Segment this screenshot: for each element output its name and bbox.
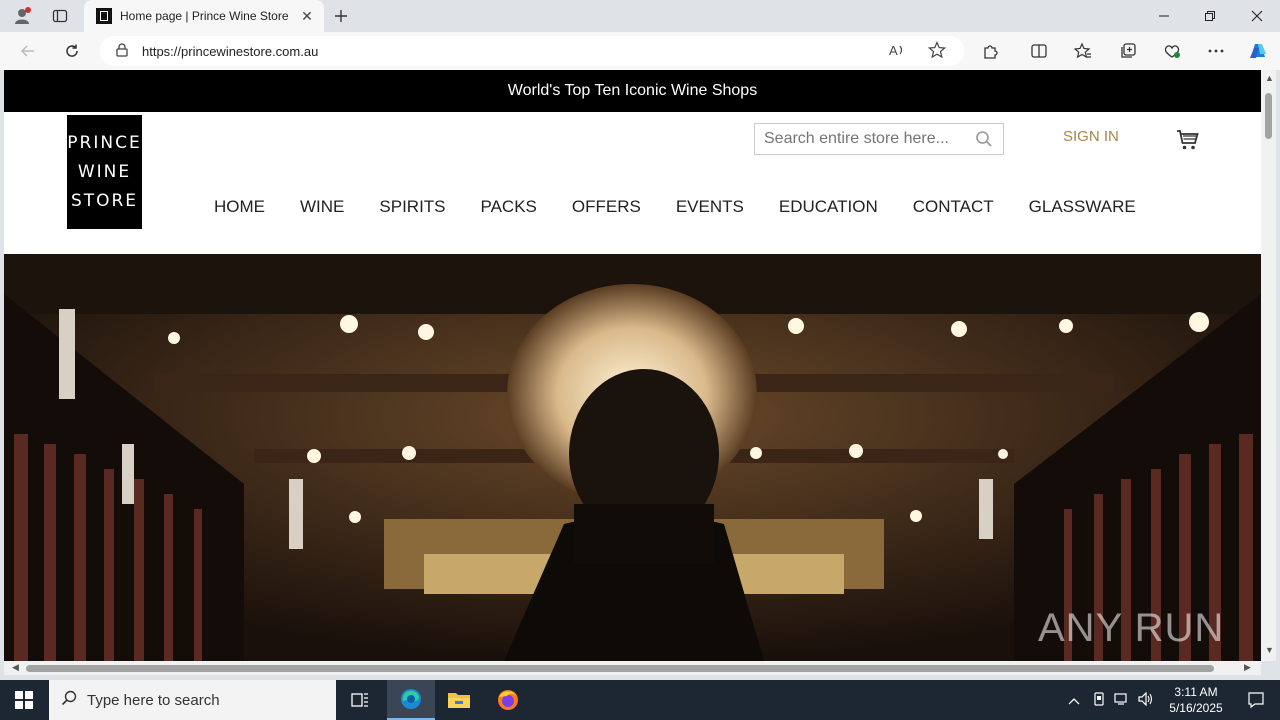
task-view-icon[interactable] xyxy=(336,680,384,720)
scroll-down-icon[interactable]: ▼ xyxy=(1265,645,1274,655)
hero-video-frame xyxy=(4,254,1261,661)
firefox-icon[interactable] xyxy=(484,680,532,720)
menu-item-packs[interactable]: PACKS xyxy=(481,197,537,217)
taskbar-search-icon xyxy=(61,690,77,711)
tab-actions-icon[interactable] xyxy=(46,4,74,28)
taskbar-search[interactable]: Type here to search xyxy=(49,680,336,720)
site-logo[interactable]: PRINCE WINE STORE xyxy=(67,115,142,229)
collections-icon[interactable] xyxy=(1115,39,1141,63)
refresh-icon[interactable] xyxy=(59,39,85,63)
close-window-button[interactable] xyxy=(1234,0,1280,32)
logo-line-prince: PRINCE xyxy=(67,132,142,153)
search-input[interactable] xyxy=(764,130,974,148)
web-page: World's Top Ten Iconic Wine Shops PRINCE… xyxy=(4,70,1261,661)
profile-icon[interactable] xyxy=(8,4,36,28)
close-tab-icon[interactable]: ✕ xyxy=(298,8,316,25)
vertical-scroll-thumb[interactable] xyxy=(1265,93,1272,139)
clock-time: 3:11 AM xyxy=(1174,685,1218,699)
browser-tab[interactable]: Home page | Prince Wine Store ✕ xyxy=(84,0,324,32)
sign-in-link[interactable]: SIGN IN xyxy=(1063,128,1119,145)
copilot-icon[interactable] xyxy=(1245,39,1271,63)
browser-essentials-icon[interactable] xyxy=(1159,39,1185,63)
network-icon[interactable] xyxy=(1114,692,1130,709)
favorites-icon[interactable] xyxy=(1070,39,1096,63)
volume-icon[interactable] xyxy=(1138,691,1154,709)
lock-icon[interactable] xyxy=(116,42,128,60)
tab-title: Home page | Prince Wine Store xyxy=(120,9,289,23)
menu-item-contact[interactable]: CONTACT xyxy=(913,197,994,217)
show-hidden-icons-icon[interactable] xyxy=(1068,693,1080,708)
device-icon[interactable] xyxy=(1092,691,1106,709)
favorite-star-icon[interactable] xyxy=(927,40,947,63)
menu-item-wine[interactable]: WINE xyxy=(300,197,344,217)
notifications-icon[interactable] xyxy=(1232,680,1280,720)
browser-title-bar: Home page | Prince Wine Store ✕ xyxy=(0,0,1280,32)
search-icon[interactable] xyxy=(975,130,993,148)
promo-text[interactable]: World's Top Ten Iconic Wine Shops xyxy=(508,82,757,100)
cart-icon[interactable] xyxy=(1176,128,1200,152)
restore-button[interactable] xyxy=(1187,0,1233,32)
system-tray xyxy=(1068,680,1154,720)
scroll-right-icon[interactable]: ▶ xyxy=(1244,662,1251,673)
promo-banner[interactable]: World's Top Ten Iconic Wine Shops xyxy=(4,70,1261,112)
windows-start-icon[interactable] xyxy=(0,680,48,720)
logo-line-wine: WINE xyxy=(77,161,132,182)
menu-item-offers[interactable]: OFFERS xyxy=(572,197,641,217)
menu-item-spirits[interactable]: SPIRITS xyxy=(379,197,445,217)
more-icon[interactable] xyxy=(1203,39,1229,63)
windows-taskbar: Type here to search 3:11 AM 5/16/2025 xyxy=(0,680,1280,720)
hero-video[interactable]: ANY RUN xyxy=(4,254,1261,661)
logo-line-store: STORE xyxy=(70,190,139,211)
browser-toolbar: https://princewinestore.com.au A xyxy=(0,32,1280,70)
menu-item-home[interactable]: HOME xyxy=(214,197,265,217)
store-search xyxy=(754,123,1004,155)
address-bar[interactable]: https://princewinestore.com.au A xyxy=(100,36,964,66)
svg-text:A: A xyxy=(889,43,898,58)
vertical-scrollbar[interactable]: ▲ ▼ xyxy=(1261,70,1276,661)
site-favicon-icon xyxy=(96,8,112,24)
menu-item-education[interactable]: EDUCATION xyxy=(779,197,878,217)
clock-date: 5/16/2025 xyxy=(1169,701,1223,715)
taskbar-clock[interactable]: 3:11 AM 5/16/2025 xyxy=(1160,684,1232,716)
menu-item-glassware[interactable]: GLASSWARE xyxy=(1029,197,1136,217)
edge-icon[interactable] xyxy=(387,680,435,720)
horizontal-scroll-thumb[interactable] xyxy=(26,665,1214,672)
extensions-icon[interactable] xyxy=(978,39,1004,63)
new-tab-icon[interactable] xyxy=(327,4,355,28)
url-text[interactable]: https://princewinestore.com.au xyxy=(142,44,318,59)
minimize-button[interactable] xyxy=(1141,0,1187,32)
read-aloud-icon[interactable]: A xyxy=(888,41,906,63)
horizontal-scrollbar[interactable]: ◀ ▶ xyxy=(4,661,1261,675)
scroll-left-icon[interactable]: ◀ xyxy=(12,662,19,673)
menu-item-events[interactable]: EVENTS xyxy=(676,197,744,217)
split-screen-icon[interactable] xyxy=(1026,39,1052,63)
file-explorer-icon[interactable] xyxy=(435,680,483,720)
taskbar-search-placeholder[interactable]: Type here to search xyxy=(87,692,220,709)
scroll-up-icon[interactable]: ▲ xyxy=(1265,73,1274,83)
main-menu: HOME WINE SPIRITS PACKS OFFERS EVENTS ED… xyxy=(214,197,1136,217)
anyrun-watermark: ANY RUN xyxy=(1038,606,1225,650)
back-icon[interactable] xyxy=(15,39,41,63)
